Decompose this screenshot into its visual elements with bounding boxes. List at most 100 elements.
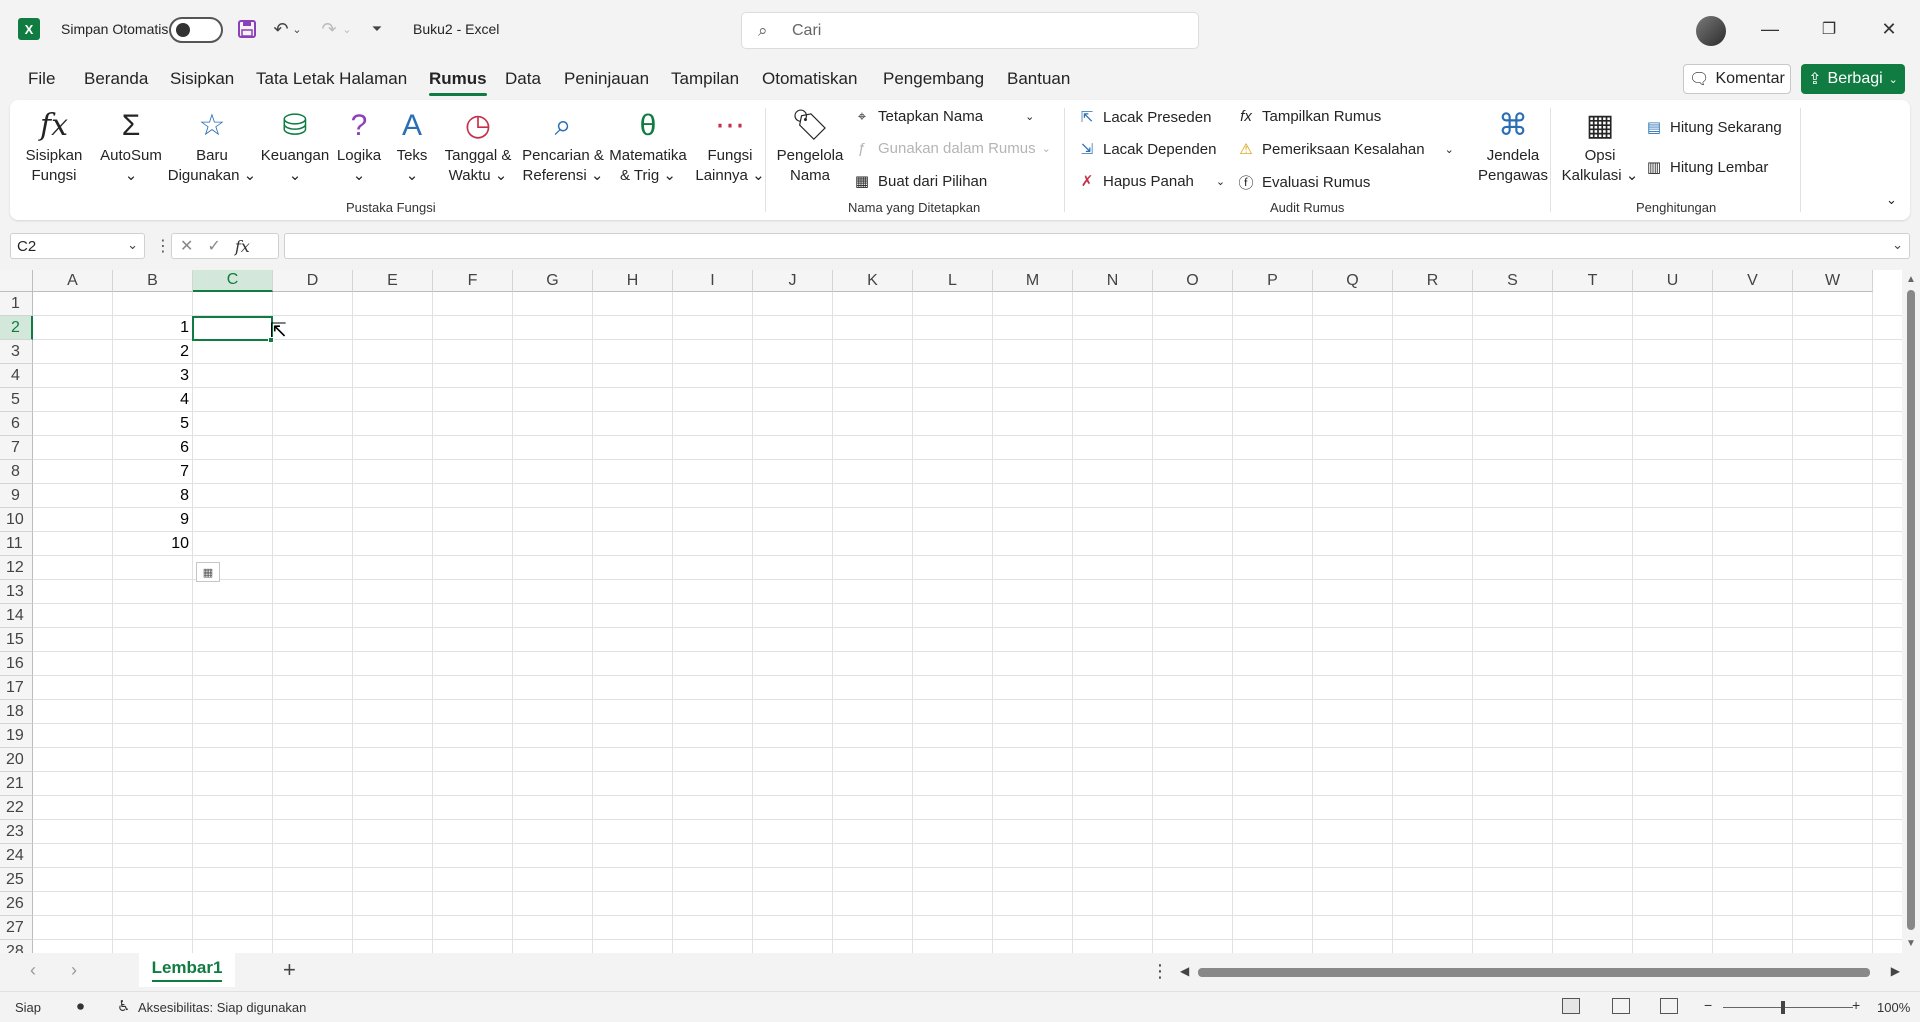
autosum-button[interactable]: Σ AutoSum ⌄ bbox=[98, 106, 164, 186]
column-header-i[interactable]: I bbox=[673, 270, 753, 292]
gunakan-dalam-rumus-button[interactable]: ƒ Gunakan dalam Rumus ⌄ bbox=[852, 140, 1051, 157]
redo-dropdown-icon[interactable]: ⌄ bbox=[340, 16, 354, 42]
undo-dropdown-icon[interactable]: ⌄ bbox=[290, 16, 304, 42]
fungsi-lainnya-button[interactable]: ⋯ Fungsi Lainnya ⌄ bbox=[688, 106, 772, 186]
row-header-11[interactable]: 11 bbox=[0, 532, 33, 556]
expand-formula-icon[interactable]: ⌄ bbox=[1892, 237, 1903, 253]
column-header-t[interactable]: T bbox=[1553, 270, 1633, 292]
row-header-10[interactable]: 10 bbox=[0, 508, 33, 532]
column-header-o[interactable]: O bbox=[1153, 270, 1233, 292]
column-header-p[interactable]: P bbox=[1233, 270, 1313, 292]
avatar[interactable] bbox=[1696, 16, 1726, 46]
selected-cell-c2[interactable] bbox=[192, 316, 273, 341]
zoom-slider[interactable] bbox=[1723, 1007, 1853, 1008]
column-header-l[interactable]: L bbox=[913, 270, 993, 292]
minimize-button[interactable]: — bbox=[1747, 14, 1793, 44]
lacak-dependen-button[interactable]: ⇲ Lacak Dependen bbox=[1077, 140, 1217, 159]
enter-icon[interactable]: ✓ bbox=[207, 236, 220, 256]
vertical-scrollbar[interactable]: ▲ ▼ bbox=[1902, 270, 1920, 953]
tab-data[interactable]: Data bbox=[505, 69, 541, 89]
close-button[interactable]: ✕ bbox=[1866, 14, 1912, 44]
insert-function-icon[interactable]: fx bbox=[235, 237, 250, 256]
select-all-corner[interactable] bbox=[0, 270, 33, 292]
zoom-out-icon[interactable]: − bbox=[1704, 997, 1712, 1013]
accessibility-status[interactable]: Aksesibilitas: Siap digunakan bbox=[138, 1000, 306, 1015]
formula-input[interactable]: ⌄ bbox=[284, 233, 1910, 259]
cell-b6[interactable]: 5 bbox=[113, 415, 189, 433]
zoom-slider-thumb[interactable] bbox=[1781, 1001, 1785, 1014]
scroll-thumb[interactable] bbox=[1907, 290, 1915, 930]
cell-b11[interactable]: 10 bbox=[113, 535, 189, 553]
row-header-12[interactable]: 12 bbox=[0, 556, 33, 580]
row-header-27[interactable]: 27 bbox=[0, 916, 33, 940]
pemeriksaan-kesalahan-button[interactable]: ⚠ Pemeriksaan Kesalahan ⌄ bbox=[1236, 140, 1454, 159]
matematika-trig-button[interactable]: θ Matematika & Trig ⌄ bbox=[602, 106, 694, 186]
cell-b7[interactable]: 6 bbox=[113, 439, 189, 457]
row-header-20[interactable]: 20 bbox=[0, 748, 33, 772]
row-header-5[interactable]: 5 bbox=[0, 388, 33, 412]
add-sheet-icon[interactable]: + bbox=[283, 957, 296, 983]
cell-b9[interactable]: 8 bbox=[113, 487, 189, 505]
name-box[interactable]: C2 ⌄ bbox=[10, 233, 145, 259]
zoom-in-icon[interactable]: + bbox=[1852, 997, 1860, 1013]
pencarian-referensi-button[interactable]: ⌕ Pencarian & Referensi ⌄ bbox=[518, 106, 608, 186]
row-header-14[interactable]: 14 bbox=[0, 604, 33, 628]
hapus-panah-button[interactable]: ✗ Hapus Panah ⌄ bbox=[1077, 172, 1225, 191]
opsi-kalkulasi-button[interactable]: ▦ Opsi Kalkulasi ⌄ bbox=[1560, 106, 1640, 186]
column-header-q[interactable]: Q bbox=[1313, 270, 1393, 292]
keuangan-button[interactable]: ⛁ Keuangan ⌄ bbox=[260, 106, 330, 186]
tab-beranda[interactable]: Beranda bbox=[84, 69, 148, 89]
row-header-17[interactable]: 17 bbox=[0, 676, 33, 700]
row-header-4[interactable]: 4 bbox=[0, 364, 33, 388]
zoom-level[interactable]: 100% bbox=[1877, 1000, 1910, 1015]
tab-bantuan[interactable]: Bantuan bbox=[1007, 69, 1070, 89]
tab-file[interactable]: File bbox=[28, 69, 55, 89]
tab-tampilan[interactable]: Tampilan bbox=[671, 69, 739, 89]
row-header-19[interactable]: 19 bbox=[0, 724, 33, 748]
row-header-15[interactable]: 15 bbox=[0, 628, 33, 652]
sheet-tab-lembar1[interactable]: Lembar1 bbox=[139, 953, 235, 987]
column-header-h[interactable]: H bbox=[593, 270, 673, 292]
row-header-3[interactable]: 3 bbox=[0, 340, 33, 364]
tab-rumus[interactable]: Rumus bbox=[429, 69, 487, 96]
row-header-21[interactable]: 21 bbox=[0, 772, 33, 796]
tab-tata-letak[interactable]: Tata Letak Halaman bbox=[256, 69, 407, 89]
scroll-right-icon[interactable]: ▶ bbox=[1891, 964, 1900, 978]
cell-b2[interactable]: 1 bbox=[113, 319, 189, 337]
row-header-23[interactable]: 23 bbox=[0, 820, 33, 844]
cell-b3[interactable]: 2 bbox=[113, 343, 189, 361]
search-input[interactable] bbox=[792, 21, 1172, 40]
scroll-thumb[interactable] bbox=[1198, 968, 1870, 977]
column-header-e[interactable]: E bbox=[353, 270, 433, 292]
save-icon[interactable] bbox=[234, 16, 260, 42]
macro-record-icon[interactable]: ⏺ bbox=[77, 998, 84, 1015]
column-header-u[interactable]: U bbox=[1633, 270, 1713, 292]
tab-peninjauan[interactable]: Peninjauan bbox=[564, 69, 649, 89]
page-layout-view-icon[interactable] bbox=[1612, 998, 1630, 1014]
column-header-d[interactable]: D bbox=[273, 270, 353, 292]
tanggal-waktu-button[interactable]: ◷ Tanggal & Waktu ⌄ bbox=[440, 106, 516, 186]
customize-toolbar-icon[interactable]: ⏷ bbox=[364, 16, 390, 42]
logika-button[interactable]: ? Logika ⌄ bbox=[333, 106, 385, 186]
hitung-lembar-button[interactable]: ▥ Hitung Lembar bbox=[1644, 158, 1768, 177]
accessibility-icon[interactable]: ♿ bbox=[117, 997, 130, 1015]
teks-button[interactable]: A Teks ⌄ bbox=[390, 106, 434, 186]
komentar-button[interactable]: 🗨 Komentar bbox=[1683, 64, 1791, 94]
tetapkan-nama-button[interactable]: ⌖ Tetapkan Nama ⌄ bbox=[852, 108, 1035, 125]
row-header-1[interactable]: 1 bbox=[0, 292, 33, 316]
pengelola-nama-button[interactable]: 🏷 Pengelola Nama bbox=[775, 106, 845, 186]
column-header-f[interactable]: F bbox=[433, 270, 513, 292]
scroll-down-icon[interactable]: ▼ bbox=[1906, 938, 1916, 949]
tampilkan-rumus-button[interactable]: fx Tampilkan Rumus bbox=[1236, 108, 1381, 125]
lacak-preseden-button[interactable]: ⇱ Lacak Preseden bbox=[1077, 108, 1212, 127]
column-header-w[interactable]: W bbox=[1793, 270, 1873, 292]
evaluasi-rumus-button[interactable]: ⓕ Evaluasi Rumus bbox=[1236, 172, 1370, 193]
column-header-v[interactable]: V bbox=[1713, 270, 1793, 292]
row-header-13[interactable]: 13 bbox=[0, 580, 33, 604]
cell-b5[interactable]: 4 bbox=[113, 391, 189, 409]
row-header-18[interactable]: 18 bbox=[0, 700, 33, 724]
scroll-up-icon[interactable]: ▲ bbox=[1906, 274, 1916, 285]
cell-b4[interactable]: 3 bbox=[113, 367, 189, 385]
row-header-7[interactable]: 7 bbox=[0, 436, 33, 460]
column-header-n[interactable]: N bbox=[1073, 270, 1153, 292]
